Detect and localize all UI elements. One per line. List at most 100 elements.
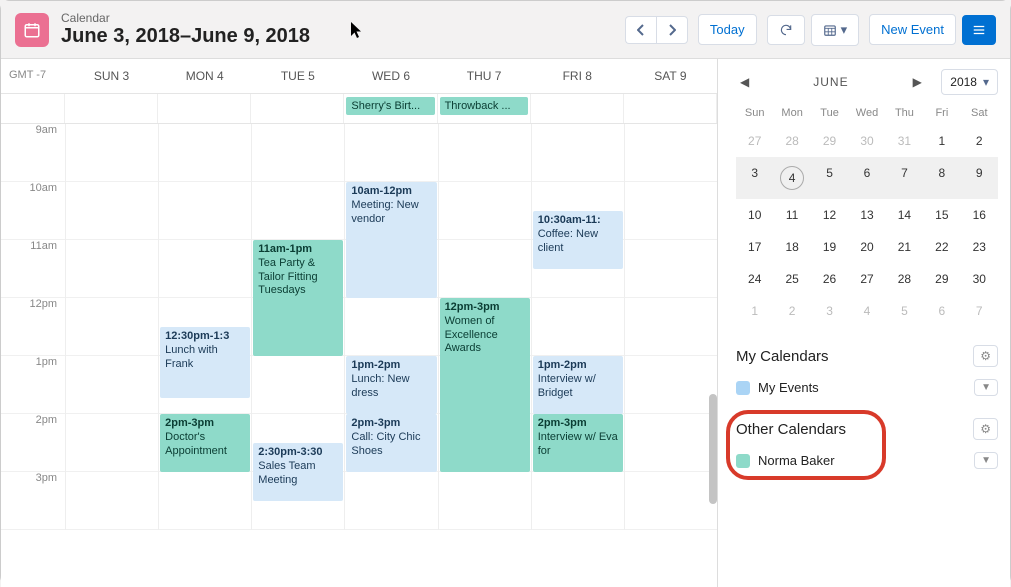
mini-day[interactable]: 8 xyxy=(923,157,960,199)
calendar-event[interactable]: 10am-12pmMeeting: New vendor xyxy=(346,182,436,298)
day-header[interactable]: WED 6 xyxy=(344,59,437,93)
day-header[interactable]: FRI 8 xyxy=(531,59,624,93)
allday-row: Sherry's Birt... Throwback ... xyxy=(1,94,717,124)
mini-calendar: SunMonTueWedThuFriSat2728293031123456789… xyxy=(736,101,998,327)
mini-day[interactable]: 27 xyxy=(848,263,885,295)
mini-day[interactable]: 9 xyxy=(961,157,998,199)
mini-day[interactable]: 6 xyxy=(848,157,885,199)
day-header[interactable]: SUN 3 xyxy=(65,59,158,93)
calendar-event[interactable]: 1pm-2pmInterview w/ Bridget xyxy=(533,356,623,414)
mini-day[interactable]: 4 xyxy=(848,295,885,327)
mini-day[interactable]: 28 xyxy=(886,263,923,295)
next-month-button[interactable]: ▶ xyxy=(909,71,926,93)
mini-day[interactable]: 5 xyxy=(811,157,848,199)
calendar-item-menu[interactable]: ▼ xyxy=(974,379,998,396)
mini-day[interactable]: 29 xyxy=(923,263,960,295)
mini-day[interactable]: 30 xyxy=(848,125,885,157)
day-header[interactable]: SAT 9 xyxy=(624,59,717,93)
mini-day[interactable]: 31 xyxy=(886,125,923,157)
allday-event[interactable]: Throwback ... xyxy=(440,97,528,115)
day-column[interactable]: 10am-12pmMeeting: New vendor 1pm-2pmLunch… xyxy=(344,124,437,530)
calendar-event[interactable]: 2pm-3pmDoctor's Appointment xyxy=(160,414,250,472)
mini-dow-label: Wed xyxy=(848,101,885,125)
mini-calendar-nav: ◀ JUNE ▶ 2018▾ xyxy=(736,69,998,95)
mini-day[interactable]: 13 xyxy=(848,199,885,231)
mini-day[interactable]: 20 xyxy=(848,231,885,263)
mini-day[interactable]: 29 xyxy=(811,125,848,157)
year-select[interactable]: 2018▾ xyxy=(941,69,998,95)
hour-label: 2pm xyxy=(1,414,65,472)
calendar-item-menu[interactable]: ▼ xyxy=(974,452,998,469)
mini-day[interactable]: 30 xyxy=(961,263,998,295)
day-column[interactable]: 11am-1pmTea Party & Tailor Fitting Tuesd… xyxy=(251,124,344,530)
prev-week-button[interactable] xyxy=(625,16,656,44)
mini-day[interactable]: 5 xyxy=(886,295,923,327)
hour-label: 3pm xyxy=(1,472,65,530)
mini-day[interactable]: 1 xyxy=(736,295,773,327)
mini-day[interactable]: 11 xyxy=(773,199,810,231)
mini-day[interactable]: 2 xyxy=(961,125,998,157)
calendar-item[interactable]: My Events ▼ xyxy=(736,375,998,400)
calendar-event[interactable]: 12pm-3pmWomen of Excellence Awards xyxy=(440,298,530,472)
day-header[interactable]: THU 7 xyxy=(438,59,531,93)
day-column[interactable]: 10:30am-11:Coffee: New client 1pm-2pmInte… xyxy=(531,124,624,530)
calendar-item-label: My Events xyxy=(758,380,819,395)
week-header: GMT -7 SUN 3 MON 4 TUE 5 WED 6 THU 7 FRI… xyxy=(1,59,717,94)
calendar-event[interactable]: 2pm-3pmInterview w/ Eva for xyxy=(533,414,623,472)
mini-day[interactable]: 24 xyxy=(736,263,773,295)
calendar-event[interactable]: 1pm-2pmLunch: New dress xyxy=(346,356,436,414)
calendar-event[interactable]: 2pm-3pmCall: City Chic Shoes xyxy=(346,414,436,472)
mini-day[interactable]: 15 xyxy=(923,199,960,231)
calendar-event[interactable]: 11am-1pmTea Party & Tailor Fitting Tuesd… xyxy=(253,240,343,356)
day-column[interactable]: 12:30pm-1:3Lunch with Frank 2pm-3pmDoctor… xyxy=(158,124,251,530)
mini-day[interactable]: 14 xyxy=(886,199,923,231)
hour-label: 10am xyxy=(1,182,65,240)
mini-day[interactable]: 16 xyxy=(961,199,998,231)
mini-day[interactable]: 21 xyxy=(886,231,923,263)
mini-day[interactable]: 28 xyxy=(773,125,810,157)
color-swatch xyxy=(736,381,750,395)
allday-event[interactable]: Sherry's Birt... xyxy=(346,97,434,115)
mini-day[interactable]: 6 xyxy=(923,295,960,327)
calendar-event[interactable]: 12:30pm-1:3Lunch with Frank xyxy=(160,327,250,398)
app-label: Calendar xyxy=(61,11,310,25)
mini-day[interactable]: 22 xyxy=(923,231,960,263)
mini-day[interactable]: 27 xyxy=(736,125,773,157)
calendar-event[interactable]: 2:30pm-3:30Sales Team Meeting xyxy=(253,443,343,501)
mini-day[interactable]: 3 xyxy=(736,157,773,199)
my-calendars-settings-button[interactable]: ⚙ xyxy=(973,345,998,367)
mini-day[interactable]: 10 xyxy=(736,199,773,231)
scrollbar-thumb[interactable] xyxy=(709,394,717,504)
refresh-button[interactable] xyxy=(767,15,805,45)
mini-day[interactable]: 2 xyxy=(773,295,810,327)
mini-dow-label: Fri xyxy=(923,101,960,125)
calendar-event[interactable]: 10:30am-11:Coffee: New client xyxy=(533,211,623,269)
calendar-item-label: Norma Baker xyxy=(758,453,835,468)
mini-day[interactable]: 25 xyxy=(773,263,810,295)
mini-day[interactable]: 7 xyxy=(961,295,998,327)
date-range: June 3, 2018–June 9, 2018 xyxy=(61,25,310,48)
day-column[interactable] xyxy=(624,124,717,530)
new-event-button[interactable]: New Event xyxy=(869,14,956,45)
calendar-item[interactable]: Norma Baker ▼ xyxy=(736,448,998,473)
day-header[interactable]: MON 4 xyxy=(158,59,251,93)
next-week-button[interactable] xyxy=(656,16,688,44)
mini-day[interactable]: 26 xyxy=(811,263,848,295)
mini-day[interactable]: 17 xyxy=(736,231,773,263)
mini-day[interactable]: 4 xyxy=(773,157,810,199)
mini-day[interactable]: 18 xyxy=(773,231,810,263)
day-column[interactable] xyxy=(65,124,158,530)
mini-day[interactable]: 23 xyxy=(961,231,998,263)
view-select-button[interactable]: ▾ xyxy=(811,14,860,46)
day-header[interactable]: TUE 5 xyxy=(251,59,344,93)
mini-day[interactable]: 7 xyxy=(886,157,923,199)
other-calendars-settings-button[interactable]: ⚙ xyxy=(973,418,998,440)
prev-month-button[interactable]: ◀ xyxy=(736,71,753,93)
mini-day[interactable]: 3 xyxy=(811,295,848,327)
day-column[interactable]: 12pm-3pmWomen of Excellence Awards xyxy=(438,124,531,530)
panel-toggle-button[interactable] xyxy=(962,15,996,45)
mini-day[interactable]: 1 xyxy=(923,125,960,157)
mini-day[interactable]: 12 xyxy=(811,199,848,231)
mini-day[interactable]: 19 xyxy=(811,231,848,263)
today-button[interactable]: Today xyxy=(698,14,757,45)
